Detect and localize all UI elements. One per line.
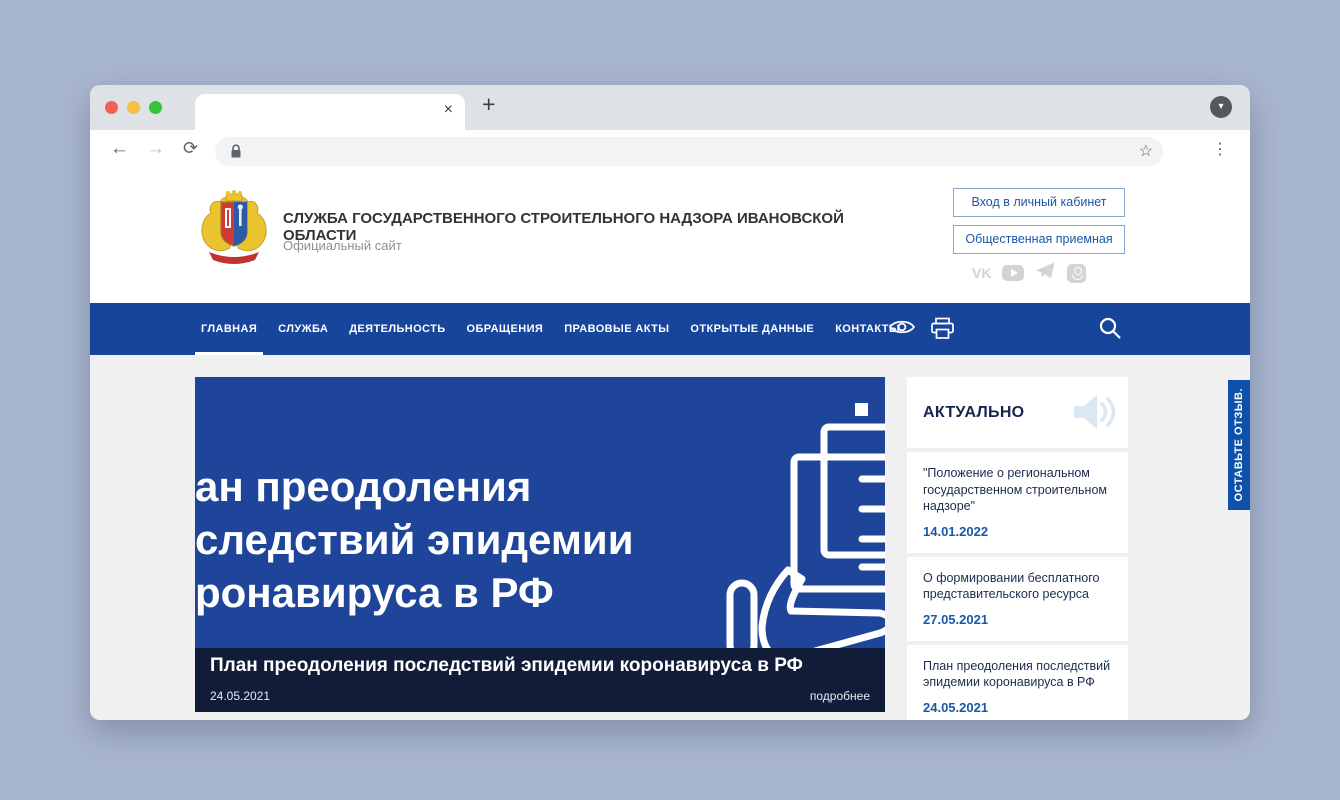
sidebar-header: АКТУАЛЬНО <box>907 377 1128 448</box>
news-item[interactable]: О формировании бесплатного представитель… <box>907 557 1128 641</box>
browser-window: × + ▾ ← → ⟳ ☆ ⋮ <box>90 85 1250 720</box>
main-navigation: ГЛАВНАЯ СЛУЖБА ДЕЯТЕЛЬНОСТЬ ОБРАЩЕНИЯ ПР… <box>90 303 1250 355</box>
news-item-text[interactable]: "Положение о региональном государственно… <box>923 465 1112 515</box>
nav-item-service[interactable]: СЛУЖБА <box>276 303 330 355</box>
desktop-background: × + ▾ ← → ⟳ ☆ ⋮ <box>0 0 1340 800</box>
news-item-text[interactable]: О формировании бесплатного представитель… <box>923 570 1112 603</box>
maximize-window-button[interactable] <box>149 101 162 114</box>
search-icon[interactable] <box>1098 316 1122 345</box>
nav-item-open-data[interactable]: ОТКРЫТЫЕ ДАННЫЕ <box>688 303 816 355</box>
news-item-date: 24.05.2021 <box>923 700 1112 715</box>
actual-news-sidebar: АКТУАЛЬНО "Положение о региональном госу… <box>907 377 1128 720</box>
sidebar-title: АКТУАЛЬНО <box>923 404 1024 422</box>
bookmark-star-icon[interactable]: ☆ <box>1139 141 1153 161</box>
slide-more-link[interactable]: подробнее <box>810 689 870 703</box>
telegram-icon[interactable] <box>1035 261 1056 285</box>
browser-toolbar: ← → ⟳ ☆ ⋮ <box>90 130 1250 172</box>
social-links: VK <box>972 262 1086 284</box>
hand-with-document-icon <box>712 415 885 648</box>
reload-icon[interactable]: ⟳ <box>183 138 198 159</box>
news-item[interactable]: "Положение о региональном государственно… <box>907 452 1128 553</box>
odnoklassniki-icon[interactable] <box>1067 264 1086 283</box>
print-icon[interactable] <box>930 317 955 345</box>
address-bar[interactable]: ☆ <box>215 137 1163 166</box>
slide-headline: ан преодоления следствий эпидемии ронави… <box>195 460 634 619</box>
leave-feedback-tab[interactable]: ОСТАВЬТЕ ОТЗЫВ. <box>1228 380 1250 510</box>
slide-caption: План преодоления последствий эпидемии ко… <box>195 648 885 712</box>
news-item[interactable]: План преодоления последствий эпидемии ко… <box>907 645 1128 721</box>
nav-item-activity[interactable]: ДЕЯТЕЛЬНОСТЬ <box>347 303 447 355</box>
slide-caption-title[interactable]: План преодоления последствий эпидемии ко… <box>210 655 803 677</box>
minimize-window-button[interactable] <box>127 101 140 114</box>
nav-item-appeals[interactable]: ОБРАЩЕНИЯ <box>465 303 546 355</box>
leave-feedback-label: ОСТАВЬТЕ ОТЗЫВ. <box>1233 388 1245 501</box>
coat-of-arms-logo <box>195 190 273 266</box>
speaker-icon <box>1072 392 1116 437</box>
slide-date: 24.05.2021 <box>210 689 270 703</box>
site-subtitle: Официальный сайт <box>283 238 402 253</box>
new-tab-button[interactable]: + <box>482 91 495 118</box>
nav-item-home[interactable]: ГЛАВНАЯ <box>199 303 259 355</box>
news-item-text[interactable]: План преодоления последствий эпидемии ко… <box>923 658 1112 691</box>
vk-icon[interactable]: VK <box>972 265 991 281</box>
public-reception-button[interactable]: Общественная приемная <box>953 225 1125 254</box>
webpage: СЛУЖБА ГОСУДАРСТВЕННОГО СТРОИТЕЛЬНОГО НА… <box>90 172 1250 720</box>
accessibility-eye-icon[interactable] <box>888 318 916 341</box>
back-icon[interactable]: ← <box>110 138 129 160</box>
login-cabinet-button[interactable]: Вход в личный кабинет <box>953 188 1125 217</box>
lock-icon <box>230 144 242 164</box>
news-item-date: 27.05.2021 <box>923 612 1112 627</box>
forward-icon[interactable]: → <box>146 138 165 160</box>
nav-item-legal-acts[interactable]: ПРАВОВЫЕ АКТЫ <box>562 303 671 355</box>
close-window-button[interactable] <box>105 101 118 114</box>
browser-menu-icon[interactable]: ⋮ <box>1212 139 1228 159</box>
tab-search-button[interactable]: ▾ <box>1210 96 1232 118</box>
browser-tabstrip: × + ▾ <box>90 85 1250 130</box>
site-header: СЛУЖБА ГОСУДАРСТВЕННОГО СТРОИТЕЛЬНОГО НА… <box>90 172 1250 303</box>
tab-close-icon[interactable]: × <box>444 101 453 119</box>
news-slider[interactable]: ан преодоления следствий эпидемии ронави… <box>195 377 885 712</box>
nav-menu: ГЛАВНАЯ СЛУЖБА ДЕЯТЕЛЬНОСТЬ ОБРАЩЕНИЯ ПР… <box>199 303 902 355</box>
news-item-date: 14.01.2022 <box>923 524 1112 539</box>
youtube-icon[interactable] <box>1002 265 1024 281</box>
slide-image: ан преодоления следствий эпидемии ронави… <box>195 377 885 648</box>
browser-tab[interactable]: × <box>195 94 465 130</box>
